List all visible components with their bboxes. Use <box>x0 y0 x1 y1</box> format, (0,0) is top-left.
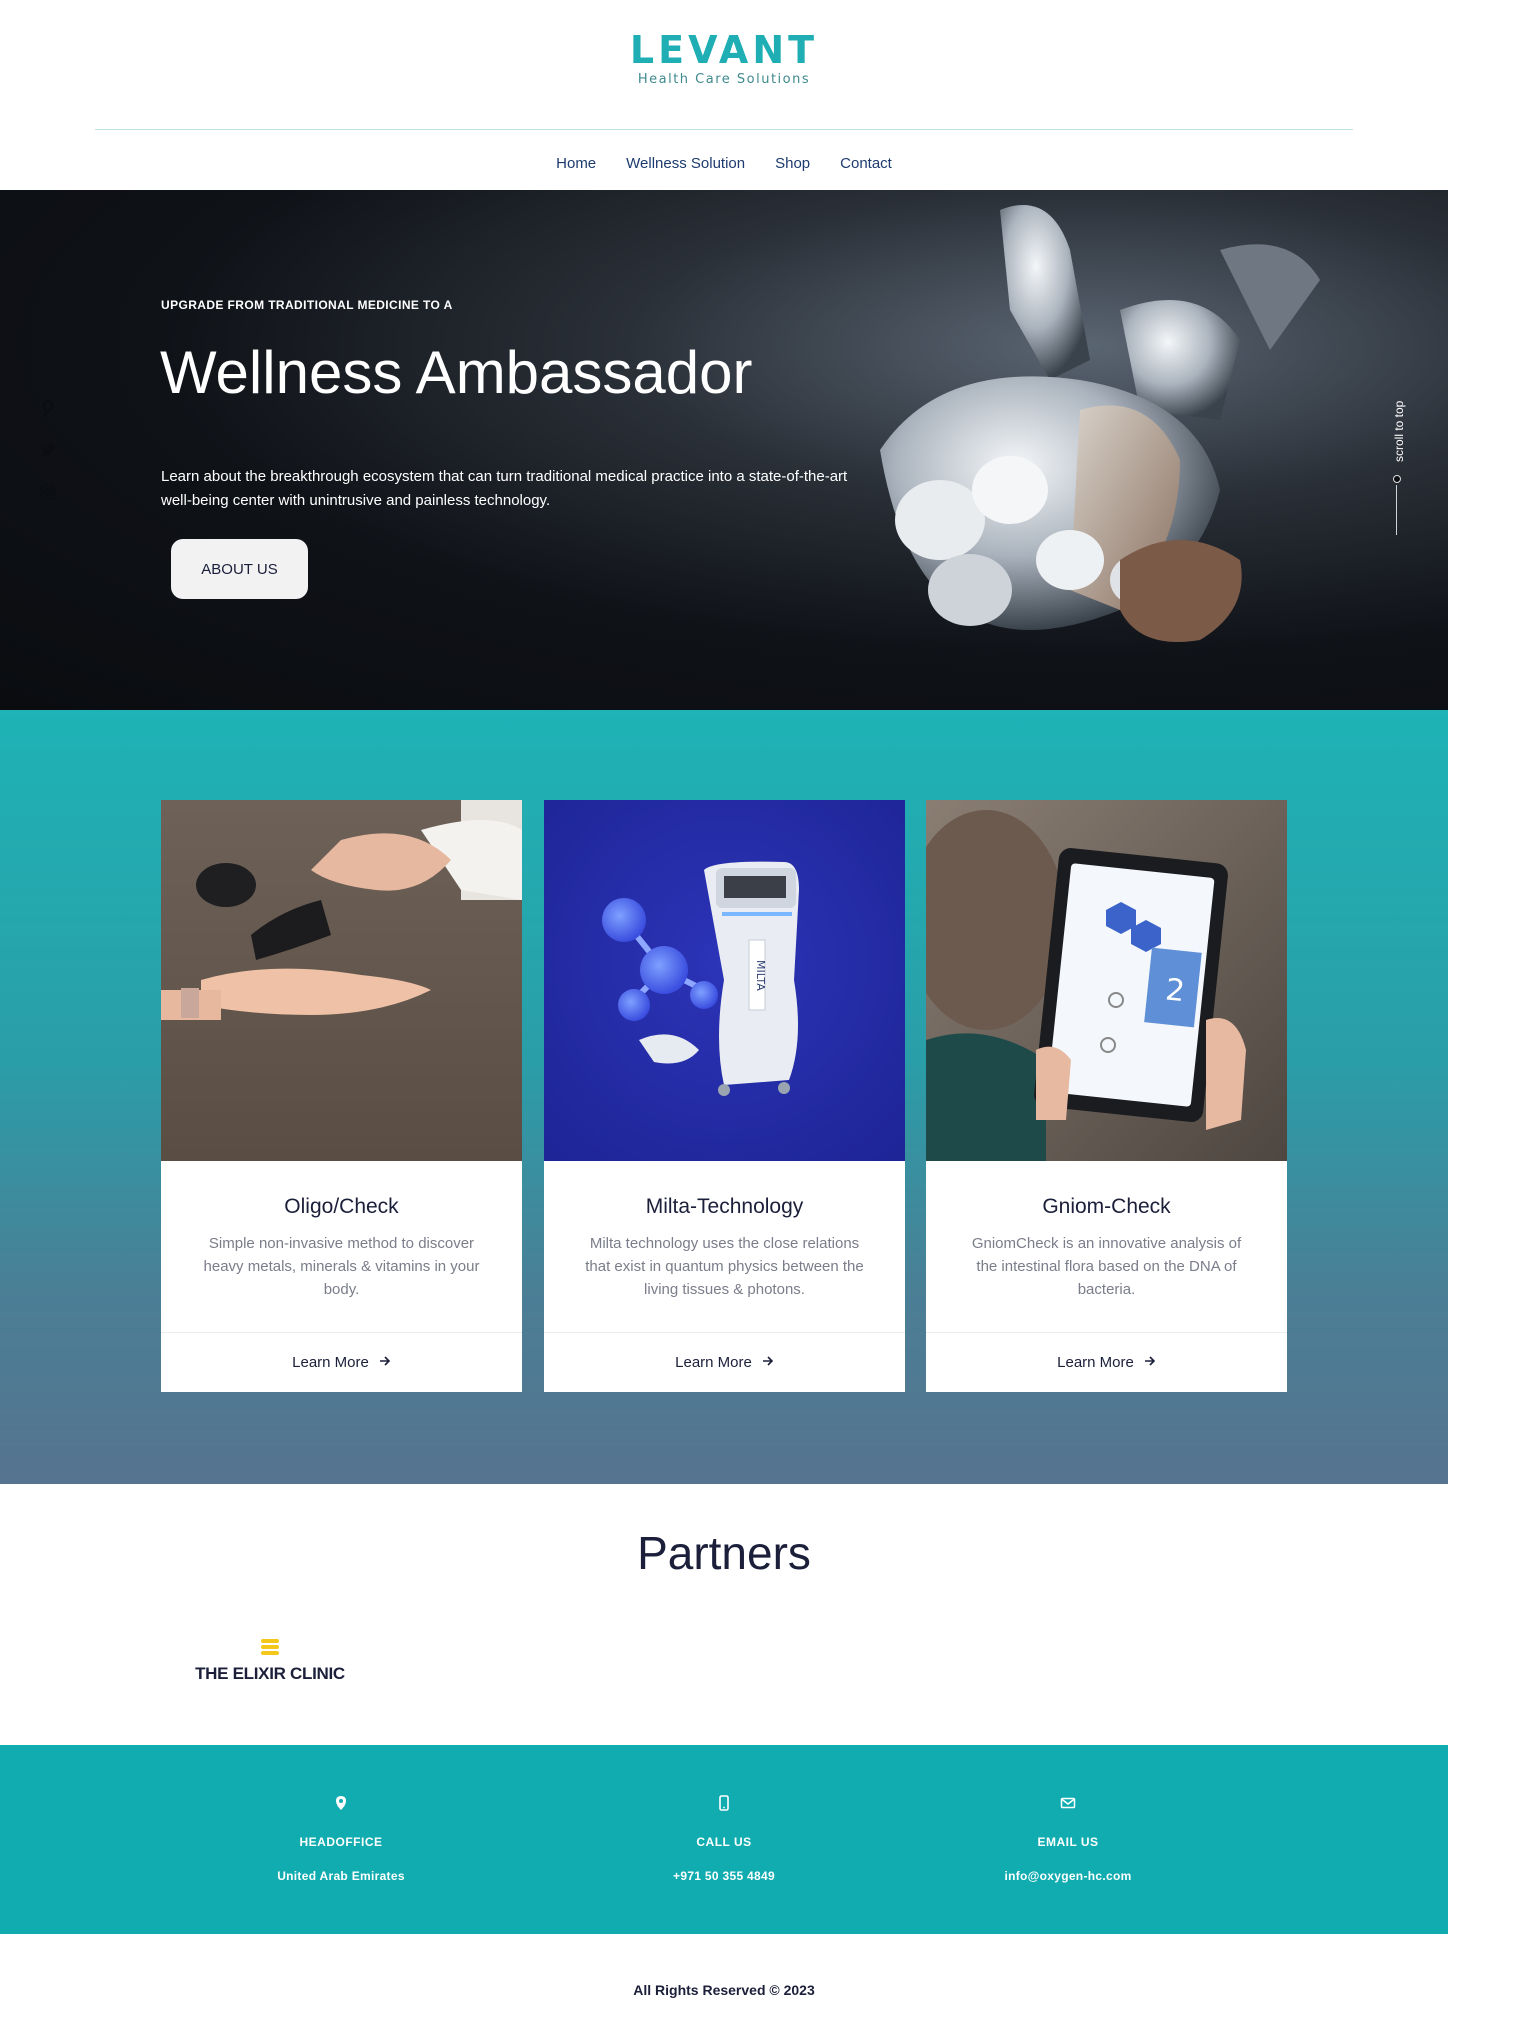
svg-text:MILTA: MILTA <box>754 960 767 991</box>
contact-headoffice: HEADOFFICE United Arab Emirates <box>241 1795 441 1883</box>
contact-email-us: EMAIL US info@oxygen-hc.com <box>968 1795 1168 1883</box>
contact-band: HEADOFFICE United Arab Emirates CALL US … <box>0 1745 1448 1934</box>
envelope-icon <box>1060 1795 1076 1811</box>
partner-name: THE ELIXIR CLINIC <box>195 1664 345 1683</box>
twitter-icon[interactable] <box>40 442 56 458</box>
svg-text:2: 2 <box>1164 972 1187 1009</box>
card-description: Milta technology uses the close relation… <box>585 1235 864 1298</box>
main-nav: Home Wellness Solution Shop Contact <box>0 155 1448 172</box>
contact-value[interactable]: info@oxygen-hc.com <box>968 1869 1168 1883</box>
service-card-gniom-check: 2 Gniom-Check GniomCheck is an innovativ… <box>926 800 1287 1392</box>
copyright-text: All Rights Reserved © 2023 <box>633 1982 815 1998</box>
service-card-oligo-check: Oligo/Check Simple non-invasive method t… <box>161 800 522 1392</box>
scroll-line <box>1396 485 1397 535</box>
services-section: Oligo/Check Simple non-invasive method t… <box>0 710 1448 1484</box>
contact-label: CALL US <box>696 1835 752 1849</box>
social-links <box>40 400 56 500</box>
nav-item-contact[interactable]: Contact <box>840 155 892 172</box>
card-title: Milta-Technology <box>645 1195 804 1218</box>
service-card-milta-technology: MILTA Milta-Technology Milta technology … <box>544 800 905 1392</box>
nav-item-wellness-solution[interactable]: Wellness Solution <box>626 155 745 172</box>
oligo-check-image <box>161 800 522 1161</box>
brand-logo[interactable]: LEVANT Health Care Solutions <box>0 30 1448 87</box>
pinterest-icon[interactable] <box>40 400 56 417</box>
hero-banner: UPGRADE FROM TRADITIONAL MEDICINE TO A W… <box>0 190 1448 710</box>
scroll-dot-icon <box>1393 475 1401 483</box>
card-title: Oligo/Check <box>284 1195 399 1218</box>
contact-call-us: CALL US +971 50 355 4849 <box>624 1795 824 1883</box>
scroll-to-top[interactable]: scroll to top <box>1388 380 1408 540</box>
phone-icon <box>716 1795 732 1811</box>
brand-tagline: Health Care Solutions <box>637 72 811 87</box>
card-title: Gniom-Check <box>1042 1195 1171 1218</box>
contact-label: HEADOFFICE <box>299 1835 383 1849</box>
contact-value: United Arab Emirates <box>277 1869 405 1883</box>
robot-hand-image <box>880 205 1320 642</box>
site-header: LEVANT Health Care Solutions Home Wellne… <box>0 0 1521 190</box>
scroll-to-top-label: scroll to top <box>1392 400 1406 462</box>
arrow-right-icon <box>1144 1354 1156 1371</box>
learn-more-link[interactable]: Learn More <box>926 1333 1287 1392</box>
brand-name: LEVANT <box>629 28 819 72</box>
instagram-icon[interactable] <box>40 484 56 500</box>
hero-title: Wellness Ambassador <box>160 339 753 406</box>
contact-value[interactable]: +971 50 355 4849 <box>624 1869 824 1883</box>
card-description: Simple non-invasive method to discover h… <box>203 1235 480 1298</box>
arrow-right-icon <box>762 1354 774 1371</box>
learn-more-label: Learn More <box>1057 1354 1134 1371</box>
gniom-check-image: 2 <box>926 800 1287 1161</box>
arrow-right-icon <box>379 1354 391 1371</box>
elixir-mark-icon <box>259 1636 281 1658</box>
partners-title: Partners <box>637 1527 811 1579</box>
learn-more-label: Learn More <box>292 1354 369 1371</box>
nav-item-home[interactable]: Home <box>556 155 596 172</box>
contact-label: EMAIL US <box>1037 1835 1099 1849</box>
card-description: GniomCheck is an innovative analysis of … <box>971 1235 1242 1298</box>
about-us-button[interactable]: ABOUT US <box>171 539 308 599</box>
learn-more-link[interactable]: Learn More <box>161 1333 522 1392</box>
partner-logo-elixir-clinic[interactable]: THE ELIXIR CLINIC <box>190 1636 350 1696</box>
hero-kicker: UPGRADE FROM TRADITIONAL MEDICINE TO A <box>161 298 453 312</box>
map-pin-icon <box>333 1795 349 1811</box>
milta-technology-image: MILTA <box>544 800 905 1161</box>
nav-item-shop[interactable]: Shop <box>775 155 810 172</box>
header-divider <box>95 129 1353 130</box>
hero-description: Learn about the breakthrough ecosystem t… <box>161 468 848 509</box>
learn-more-label: Learn More <box>675 1354 752 1371</box>
learn-more-link[interactable]: Learn More <box>544 1333 905 1392</box>
